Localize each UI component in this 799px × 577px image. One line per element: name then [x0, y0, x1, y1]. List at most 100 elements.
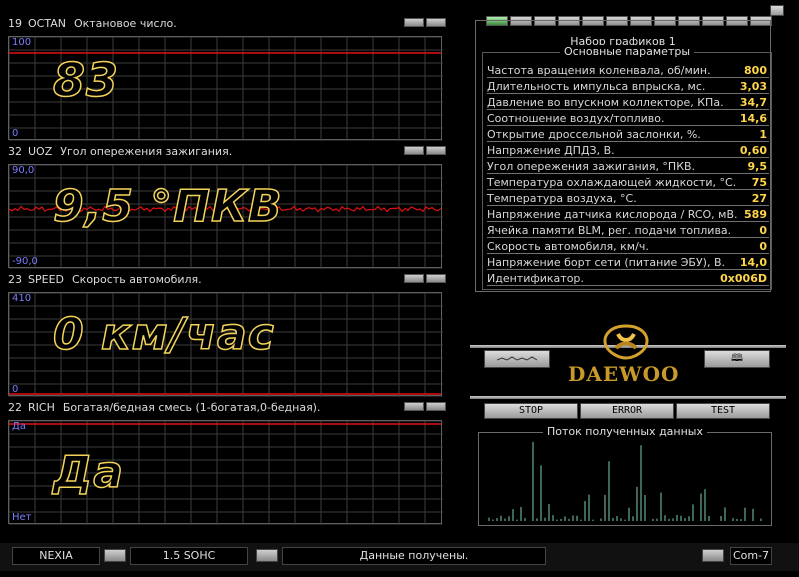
param-label: Напряжение датчика кислорода / RCO, мВ. [487, 208, 738, 221]
param-code: RICH [28, 401, 55, 414]
param-value: 3,03 [739, 80, 767, 93]
port-select-button[interactable] [702, 549, 724, 562]
model-select-button[interactable] [104, 549, 126, 562]
param-description: Богатая/бедная смесь (1-богатая,0-бедная… [62, 401, 321, 414]
param-label: Угол опережения зажигания, °ПКВ. [487, 160, 696, 173]
param-label: Температура охлаждающей жидкости, °С. [487, 176, 737, 189]
param-label: Открытие дроссельной заслонки, %. [487, 128, 701, 141]
graph-panel-speed: 23 SPEED Скорость автомобиля. 410 0 0 км/ч… [4, 272, 446, 402]
param-row: Угол опережения зажигания, °ПКВ. 9,5 [487, 159, 769, 174]
daewoo-logo: DAEWOO [568, 362, 680, 386]
param-value: 0 [759, 224, 767, 237]
graph-panel-uoz: 32 UOZ Угол опережения зажигания. 90,0 -90… [4, 144, 446, 274]
graph-panel-octan: 19 OCTAN Октановое число. 100 0 83 [4, 16, 446, 146]
param-description: Угол опережения зажигания. [60, 145, 233, 158]
param-label: Давление во впускном коллекторе, КПа. [487, 96, 724, 109]
param-value: 0x006D [720, 272, 767, 285]
param-value: 34,7 [739, 96, 767, 109]
param-row: Идентификатор. 0x006D [487, 271, 769, 286]
param-description: Октановое число. [73, 17, 177, 30]
param-label: Частота вращения коленвала, об/мин. [487, 64, 711, 77]
panel-close-button[interactable] [426, 146, 446, 155]
panel-config-button[interactable] [404, 402, 424, 411]
param-value: 14,6 [739, 112, 767, 125]
graph-plot: 410 0 0 км/час [8, 292, 443, 397]
panel-close-button[interactable] [426, 274, 446, 283]
param-description: Скорость автомобиля. [72, 273, 202, 286]
param-label: Напряжение борт сети (питание ЭБУ), В. [487, 256, 725, 269]
scale-min: Нет [12, 512, 32, 523]
current-value: 83 [52, 52, 120, 108]
engine-select-button[interactable] [256, 549, 278, 562]
scale-min: 0 [12, 384, 19, 395]
param-row: Напряжение борт сети (питание ЭБУ), В. 14… [487, 255, 769, 270]
param-value: 589 [744, 208, 767, 221]
param-row: Ячейка памяти BLM, рег. подачи топлива. 0 [487, 223, 769, 238]
close-window-button[interactable] [770, 5, 784, 16]
param-number: 22 [8, 401, 22, 414]
param-value: 0,60 [739, 144, 767, 157]
param-row: Напряжение ДПДЗ, В. 0,60 [487, 143, 769, 158]
error-button[interactable]: ERROR [580, 403, 674, 419]
test-button[interactable]: TEST [676, 403, 770, 419]
param-value: 1 [759, 128, 767, 141]
params-caption: Основные параметры [483, 45, 771, 58]
graph-panel-rich: 22 RICH Богатая/бедная смесь (1-богатая,0-… [4, 400, 446, 530]
manual-button[interactable]: 🕮 [704, 350, 770, 368]
stop-button[interactable]: STOP [484, 403, 578, 419]
param-value: 14,0 [739, 256, 767, 269]
car-model: NEXIA [12, 547, 100, 565]
param-label: Температура воздуха, °С. [487, 192, 637, 205]
param-number: 19 [8, 17, 22, 30]
param-number: 23 [8, 273, 22, 286]
daewoo-emblem [603, 324, 649, 360]
param-row: Соотношение воздух/топливо. 14,6 [487, 111, 769, 126]
param-row: Скорость автомобиля, км/ч. 0 [487, 239, 769, 254]
status-bar: NEXIA 1.5 SOHC Данные получены. Com-7 [0, 543, 799, 571]
divider [470, 396, 786, 399]
graph-mode-icon [496, 356, 538, 361]
param-value: 800 [744, 64, 767, 77]
panel-config-button[interactable] [404, 146, 424, 155]
panel-header: 22 RICH Богатая/бедная смесь (1-богатая,0-… [4, 400, 446, 416]
graph-plot: 100 0 83 [8, 36, 443, 141]
graph-mode-button[interactable] [484, 350, 550, 368]
panel-header: 23 SPEED Скорость автомобиля. [4, 272, 446, 288]
scale-max: Да [12, 421, 26, 432]
param-value: 0 [759, 240, 767, 253]
param-value: 9,5 [747, 160, 768, 173]
data-flow-graph [488, 441, 762, 521]
main-parameters: Основные параметры Частота вращения коле… [482, 45, 772, 290]
param-label: Длительность импульса впрыска, мс. [487, 80, 706, 93]
param-label: Идентификатор. [487, 272, 584, 285]
data-flow-frame: Поток полученных данных [478, 425, 772, 526]
param-code: SPEED [28, 273, 64, 286]
panel-header: 19 OCTAN Октановое число. [4, 16, 446, 32]
panel-close-button[interactable] [426, 18, 446, 27]
panel-header: 32 UOZ Угол опережения зажигания. [4, 144, 446, 160]
panel-close-button[interactable] [426, 402, 446, 411]
panel-config-button[interactable] [404, 18, 424, 27]
book-icon: 🕮 [731, 353, 743, 364]
status-message: Данные получены. [282, 547, 546, 565]
param-label: Соотношение воздух/топливо. [487, 112, 665, 125]
panel-config-button[interactable] [404, 274, 424, 283]
param-row: Температура воздуха, °С. 27 [487, 191, 769, 206]
current-value: 0 км/час [52, 308, 275, 361]
com-port: Com-7 [730, 547, 772, 565]
param-row: Открытие дроссельной заслонки, %. 1 [487, 127, 769, 142]
param-row: Частота вращения коленвала, об/мин. 800 [487, 63, 769, 78]
scale-max: 90,0 [12, 165, 35, 176]
graph-plot: Да Нет Да [8, 420, 443, 525]
current-value: 9,5 °ПКВ [52, 180, 283, 233]
scale-min: 0 [12, 128, 19, 139]
param-label: Напряжение ДПДЗ, В. [487, 144, 615, 157]
param-row: Температура охлаждающей жидкости, °С. 75 [487, 175, 769, 190]
param-row: Давление во впускном коллекторе, КПа. 34,… [487, 95, 769, 110]
param-row: Напряжение датчика кислорода / RCO, мВ. 5… [487, 207, 769, 222]
scale-max: 410 [12, 293, 32, 304]
scale-max: 100 [12, 37, 32, 48]
param-label: Ячейка памяти BLM, рег. подачи топлива. [487, 224, 732, 237]
param-value: 75 [751, 176, 767, 189]
graph-plot: 90,0 -90,0 9,5 °ПКВ [8, 164, 443, 269]
